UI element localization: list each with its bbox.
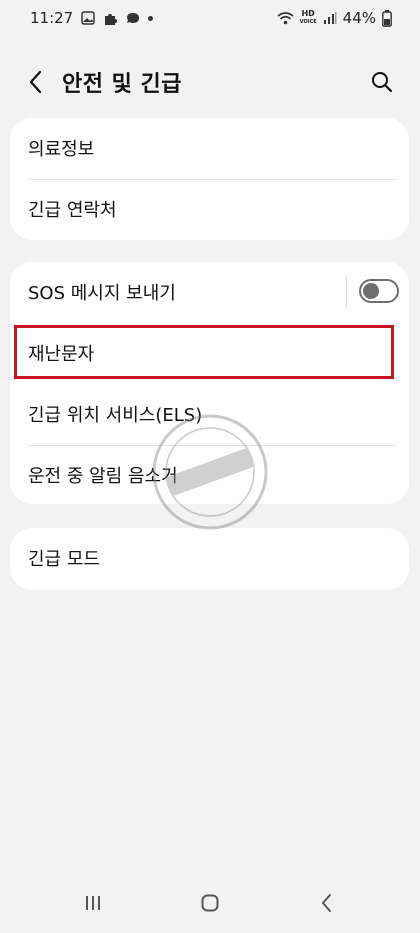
signal-icon — [323, 12, 337, 24]
home-button[interactable] — [195, 888, 225, 918]
battery-icon — [382, 9, 392, 27]
disaster-alert-item[interactable]: 재난문자 — [10, 323, 409, 383]
settings-group-3: 긴급 모드 — [10, 528, 409, 590]
navigation-bar — [0, 870, 420, 933]
settings-group-1: 의료정보 긴급 연락처 — [10, 118, 409, 240]
toggle-knob — [363, 283, 379, 299]
search-button[interactable] — [368, 68, 396, 96]
home-icon — [201, 894, 219, 912]
puzzle-icon — [105, 13, 118, 25]
medical-info-label: 의료정보 — [28, 139, 95, 160]
search-icon — [372, 72, 393, 93]
nav-back-button[interactable] — [312, 888, 342, 918]
status-right: HD VOICE 44% — [277, 9, 392, 27]
sos-toggle[interactable] — [359, 279, 399, 303]
hd-sub-label: VOICE — [299, 19, 317, 25]
sos-message-label: SOS 메시지 보내기 — [28, 283, 176, 304]
back-icon — [322, 894, 331, 912]
hd-label: HD — [301, 9, 315, 18]
battery-percent: 44% — [342, 9, 376, 27]
dot-icon — [148, 15, 154, 21]
recents-button[interactable] — [78, 888, 108, 918]
emergency-mode-label: 긴급 모드 — [28, 549, 100, 570]
wifi-icon — [277, 12, 294, 25]
els-label: 긴급 위치 서비스(ELS) — [28, 405, 203, 426]
toggle-separator — [346, 276, 347, 308]
status-time: 11:27 — [30, 9, 74, 27]
emergency-contacts-item[interactable]: 긴급 연락처 — [10, 179, 409, 239]
recents-icon — [86, 896, 100, 910]
chat-bubble-icon — [127, 13, 140, 23]
page-title: 안전 및 긴급 — [62, 72, 183, 97]
medical-info-item[interactable]: 의료정보 — [10, 118, 409, 178]
settings-group-2: SOS 메시지 보내기 재난문자 긴급 위치 서비스(ELS) 운전 중 알림 … — [10, 262, 409, 504]
gallery-icon — [81, 11, 95, 25]
chevron-left-icon — [29, 70, 42, 94]
emergency-contacts-label: 긴급 연락처 — [28, 200, 117, 221]
back-button[interactable] — [22, 68, 50, 96]
status-left: 11:27 — [30, 9, 154, 27]
emergency-mode-item[interactable]: 긴급 모드 — [10, 528, 409, 588]
hd-voice-badge: HD VOICE — [300, 10, 317, 26]
els-item[interactable]: 긴급 위치 서비스(ELS) — [10, 384, 409, 444]
driving-mute-item[interactable]: 운전 중 알림 음소거 — [10, 445, 409, 505]
driving-mute-label: 운전 중 알림 음소거 — [28, 466, 178, 487]
sos-message-item[interactable]: SOS 메시지 보내기 — [10, 262, 409, 322]
status-bar: 11:27 HD VOICE 44% — [0, 0, 420, 36]
disaster-alert-label: 재난문자 — [28, 344, 95, 365]
app-header: 안전 및 긴급 — [0, 52, 420, 112]
